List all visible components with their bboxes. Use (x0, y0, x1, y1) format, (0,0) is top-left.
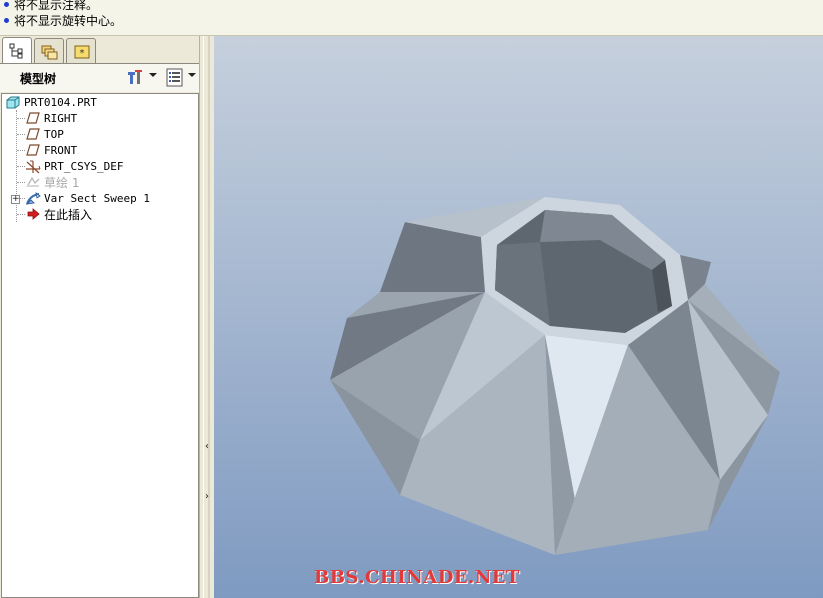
chevron-down-icon[interactable] (149, 73, 157, 77)
tools-icon (128, 70, 142, 84)
message-text: 将不显示注释。 (14, 0, 99, 12)
tree-connector (17, 182, 25, 183)
expand-toggle[interactable]: + (11, 195, 20, 204)
tree-item-label: PRT0104.PRT (24, 96, 97, 109)
navigator-tabs: * (0, 36, 202, 64)
bullet-icon (4, 2, 9, 7)
message-text: 将不显示旋转中心。 (14, 14, 123, 28)
favorites-icon: * (74, 45, 90, 59)
tree-item-label: Var Sect Sweep 1 (44, 192, 150, 205)
tree-item-label: 在此插入 (44, 208, 93, 222)
message-area: 将不显示注释。 将不显示旋转中心。 (0, 0, 823, 36)
sash-groove (208, 36, 210, 598)
sash-highlight (203, 36, 204, 598)
message-line: 将不显示旋转中心。 (4, 13, 122, 29)
tree-connector (17, 150, 25, 151)
insert-here-arrow-icon (27, 208, 40, 220)
tree-connector (17, 166, 25, 167)
tree-connector (17, 134, 25, 135)
bullet-icon (4, 18, 9, 23)
datum-plane-icon (26, 144, 40, 156)
coordinate-system-icon (26, 160, 41, 174)
expand-navigator-button[interactable]: › (202, 482, 212, 512)
datum-plane-icon (26, 112, 40, 124)
tab-favorites[interactable]: * (66, 38, 96, 64)
watermark-text: BBS.CHINADE.NET (314, 567, 520, 588)
tree-item-label: TOP (44, 128, 64, 141)
svg-text:*: * (80, 48, 85, 59)
model-tree: PRT0104.PRT RIGHT TOP FRONT PRT_CSYS_DEF… (1, 93, 199, 598)
list-options-icon (166, 68, 183, 87)
sketch-icon (26, 176, 40, 188)
graphics-window[interactable]: BBS.CHINADE.NET (214, 36, 823, 598)
message-line: 将不显示注释。 (4, 0, 98, 13)
chevron-down-icon[interactable] (188, 73, 196, 77)
panel-sash[interactable]: ‹ › (199, 36, 214, 598)
navigator-panel: * 模型树 PRT0104.PRT RIGHT TOP FRONT PRT_CS… (0, 36, 202, 598)
tree-item-label: FRONT (44, 144, 78, 157)
show-options-button[interactable] (166, 68, 184, 88)
tree-item-label: RIGHT (44, 112, 78, 125)
tree-title: 模型树 (20, 72, 57, 86)
settings-tools-button[interactable] (126, 68, 146, 88)
sweep-feature-icon (25, 192, 41, 205)
3d-model (330, 197, 780, 555)
folder-icon (41, 45, 58, 60)
tab-model-tree[interactable] (2, 37, 32, 64)
tree-item-label: 草绘 1 (44, 176, 80, 190)
tree-toolbar: 模型树 (0, 64, 202, 92)
tree-connector (17, 118, 25, 119)
tree-connector (17, 214, 25, 215)
tree-item-label: PRT_CSYS_DEF (44, 160, 124, 173)
part-icon (6, 96, 20, 109)
collapse-navigator-button[interactable]: ‹ (202, 432, 212, 462)
datum-plane-icon (26, 128, 40, 140)
tab-folder-browser[interactable] (34, 38, 64, 64)
model-tree-icon (9, 43, 23, 59)
